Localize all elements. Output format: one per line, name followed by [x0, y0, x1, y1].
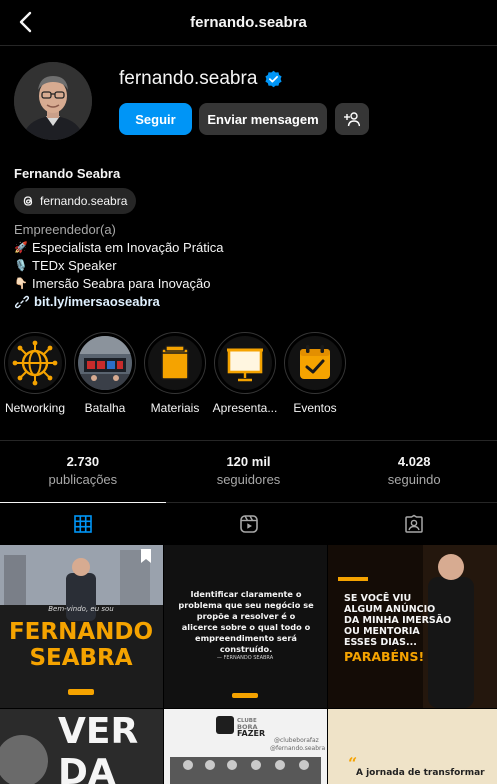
presentation-board-icon — [227, 348, 263, 382]
username-row: fernando.seabra — [119, 68, 283, 90]
page-title: fernando.seabra — [190, 14, 307, 31]
post-text-line: SE VOCÊ VIU — [344, 592, 411, 604]
tab-posts[interactable] — [0, 502, 166, 544]
post-caption: A jornada de transformar — [356, 768, 485, 778]
post-thumbnail[interactable]: CLUBE BORA FAZER @clubeborafaz @fernando… — [164, 709, 327, 784]
highlight-label: Materiais — [150, 401, 200, 415]
calendar-check-icon — [300, 345, 330, 379]
threads-handle: fernando.seabra — [40, 194, 128, 208]
highlight-label: Eventos — [293, 401, 337, 415]
posts-count[interactable]: 2.730 publicações — [0, 441, 166, 502]
stat-value: 2.730 — [66, 454, 100, 469]
post-brand-text: FAZER — [237, 729, 265, 738]
post-handle-text: @clubeborafaz — [274, 737, 319, 744]
bio-text: TEDx Speaker — [32, 258, 117, 273]
suggest-people-button[interactable] — [335, 103, 369, 135]
link-icon — [15, 295, 29, 309]
highlight-label: Networking — [4, 401, 66, 415]
post-thumbnail[interactable]: SE VOCÊ VIU ALGUM ANÚNCIO DA MINHA IMERS… — [328, 545, 497, 708]
post-quote-text: Identificar claramente o problema que se… — [178, 589, 314, 654]
post-thumbnail[interactable]: “ A jornada de transformar — [328, 709, 497, 784]
bio-line: 🎙️ TEDx Speaker — [14, 257, 223, 275]
post-small-text: Bem-vindo, eu sou — [48, 605, 114, 613]
follow-button[interactable]: Seguir — [119, 103, 192, 135]
bio-link-row[interactable]: bit.ly/imersaoseabra — [14, 293, 223, 311]
bio-text: Imersão Seabra para Inovação — [32, 276, 211, 291]
full-name: Fernando Seabra — [14, 166, 121, 181]
highlight-label: Batalha — [84, 401, 126, 415]
followers-count[interactable]: 120 mil seguidores — [166, 441, 332, 502]
globe-network-icon — [12, 340, 58, 386]
send-message-button[interactable]: Enviar mensagem — [199, 103, 327, 135]
tab-tagged[interactable] — [331, 503, 497, 544]
highlight-label: Apresenta... — [212, 401, 278, 415]
bio-text: Especialista em Inovação Prática — [32, 240, 224, 255]
profile-avatar[interactable] — [14, 62, 92, 140]
post-handle-text: @fernando.seabra — [270, 745, 325, 752]
category-label: Empreendedor(a) — [14, 222, 116, 237]
post-headline-line2: SEABRA — [29, 645, 132, 671]
highlight-eventos[interactable]: Eventos — [280, 332, 350, 415]
highlight-photo-thumbnail — [78, 336, 132, 390]
highlight-apresentacoes[interactable]: Apresenta... — [210, 332, 280, 415]
stat-value: 120 mil — [226, 454, 271, 469]
post-headline-line1: VER — [58, 711, 138, 752]
tab-reels[interactable] — [166, 503, 332, 544]
profile-stats: 2.730 publicações 120 mil seguidores 4.0… — [0, 440, 497, 502]
username: fernando.seabra — [119, 68, 258, 89]
bio: Empreendedor(a) 🚀 Especialista em Inovaçã… — [14, 221, 223, 311]
pointing-down-emoji: 👇🏻 — [14, 278, 28, 290]
highlight-materiais[interactable]: Materiais — [140, 332, 210, 415]
highlight-networking[interactable]: Networking — [0, 332, 70, 415]
post-highlight-text: PARABÉNS! — [344, 649, 424, 664]
profile-tabs — [0, 502, 497, 544]
post-text-line: DA MINHA IMERSÃO — [344, 615, 451, 626]
bio-line: 🚀 Especialista em Inovação Prática — [14, 239, 223, 257]
stat-label: seguindo — [387, 472, 441, 487]
tagged-icon — [405, 514, 423, 533]
stat-label: seguidores — [216, 472, 281, 487]
threads-badge[interactable]: fernando.seabra — [14, 188, 137, 214]
bio-link[interactable]: bit.ly/imersaoseabra — [34, 293, 160, 311]
post-headline-line2: DA — [58, 752, 116, 784]
folder-icon — [161, 345, 189, 380]
stat-label: publicações — [48, 472, 118, 487]
post-thumbnail[interactable]: VER DA — [0, 709, 163, 784]
reels-icon — [239, 514, 258, 533]
highlight-batalha[interactable]: Batalha — [70, 332, 140, 415]
verified-badge-icon — [265, 70, 282, 87]
post-quote-signature: — FERNANDO SEABRA — [217, 655, 274, 661]
post-thumbnail[interactable]: Bem-vindo, eu sou FERNANDO SEABRA — [0, 545, 163, 708]
post-headline-line1: FERNANDO — [9, 619, 153, 645]
post-text-line: ESSES DIAS... — [344, 637, 417, 648]
top-bar: fernando.seabra — [0, 0, 497, 46]
post-text-line: OU MENTORIA — [344, 626, 420, 637]
rocket-emoji: 🚀 — [14, 242, 28, 254]
bio-line: 👇🏻 Imersão Seabra para Inovação — [14, 275, 223, 293]
stat-value: 4.028 — [397, 454, 431, 469]
threads-icon — [23, 196, 33, 206]
post-thumbnail[interactable]: Identificar claramente o problema que se… — [164, 545, 327, 708]
add-person-icon — [344, 112, 360, 127]
grid-icon — [74, 514, 92, 533]
post-text-line: ALGUM ANÚNCIO — [344, 603, 435, 615]
following-count[interactable]: 4.028 seguindo — [331, 441, 497, 502]
microphone-emoji: 🎙️ — [14, 260, 28, 272]
